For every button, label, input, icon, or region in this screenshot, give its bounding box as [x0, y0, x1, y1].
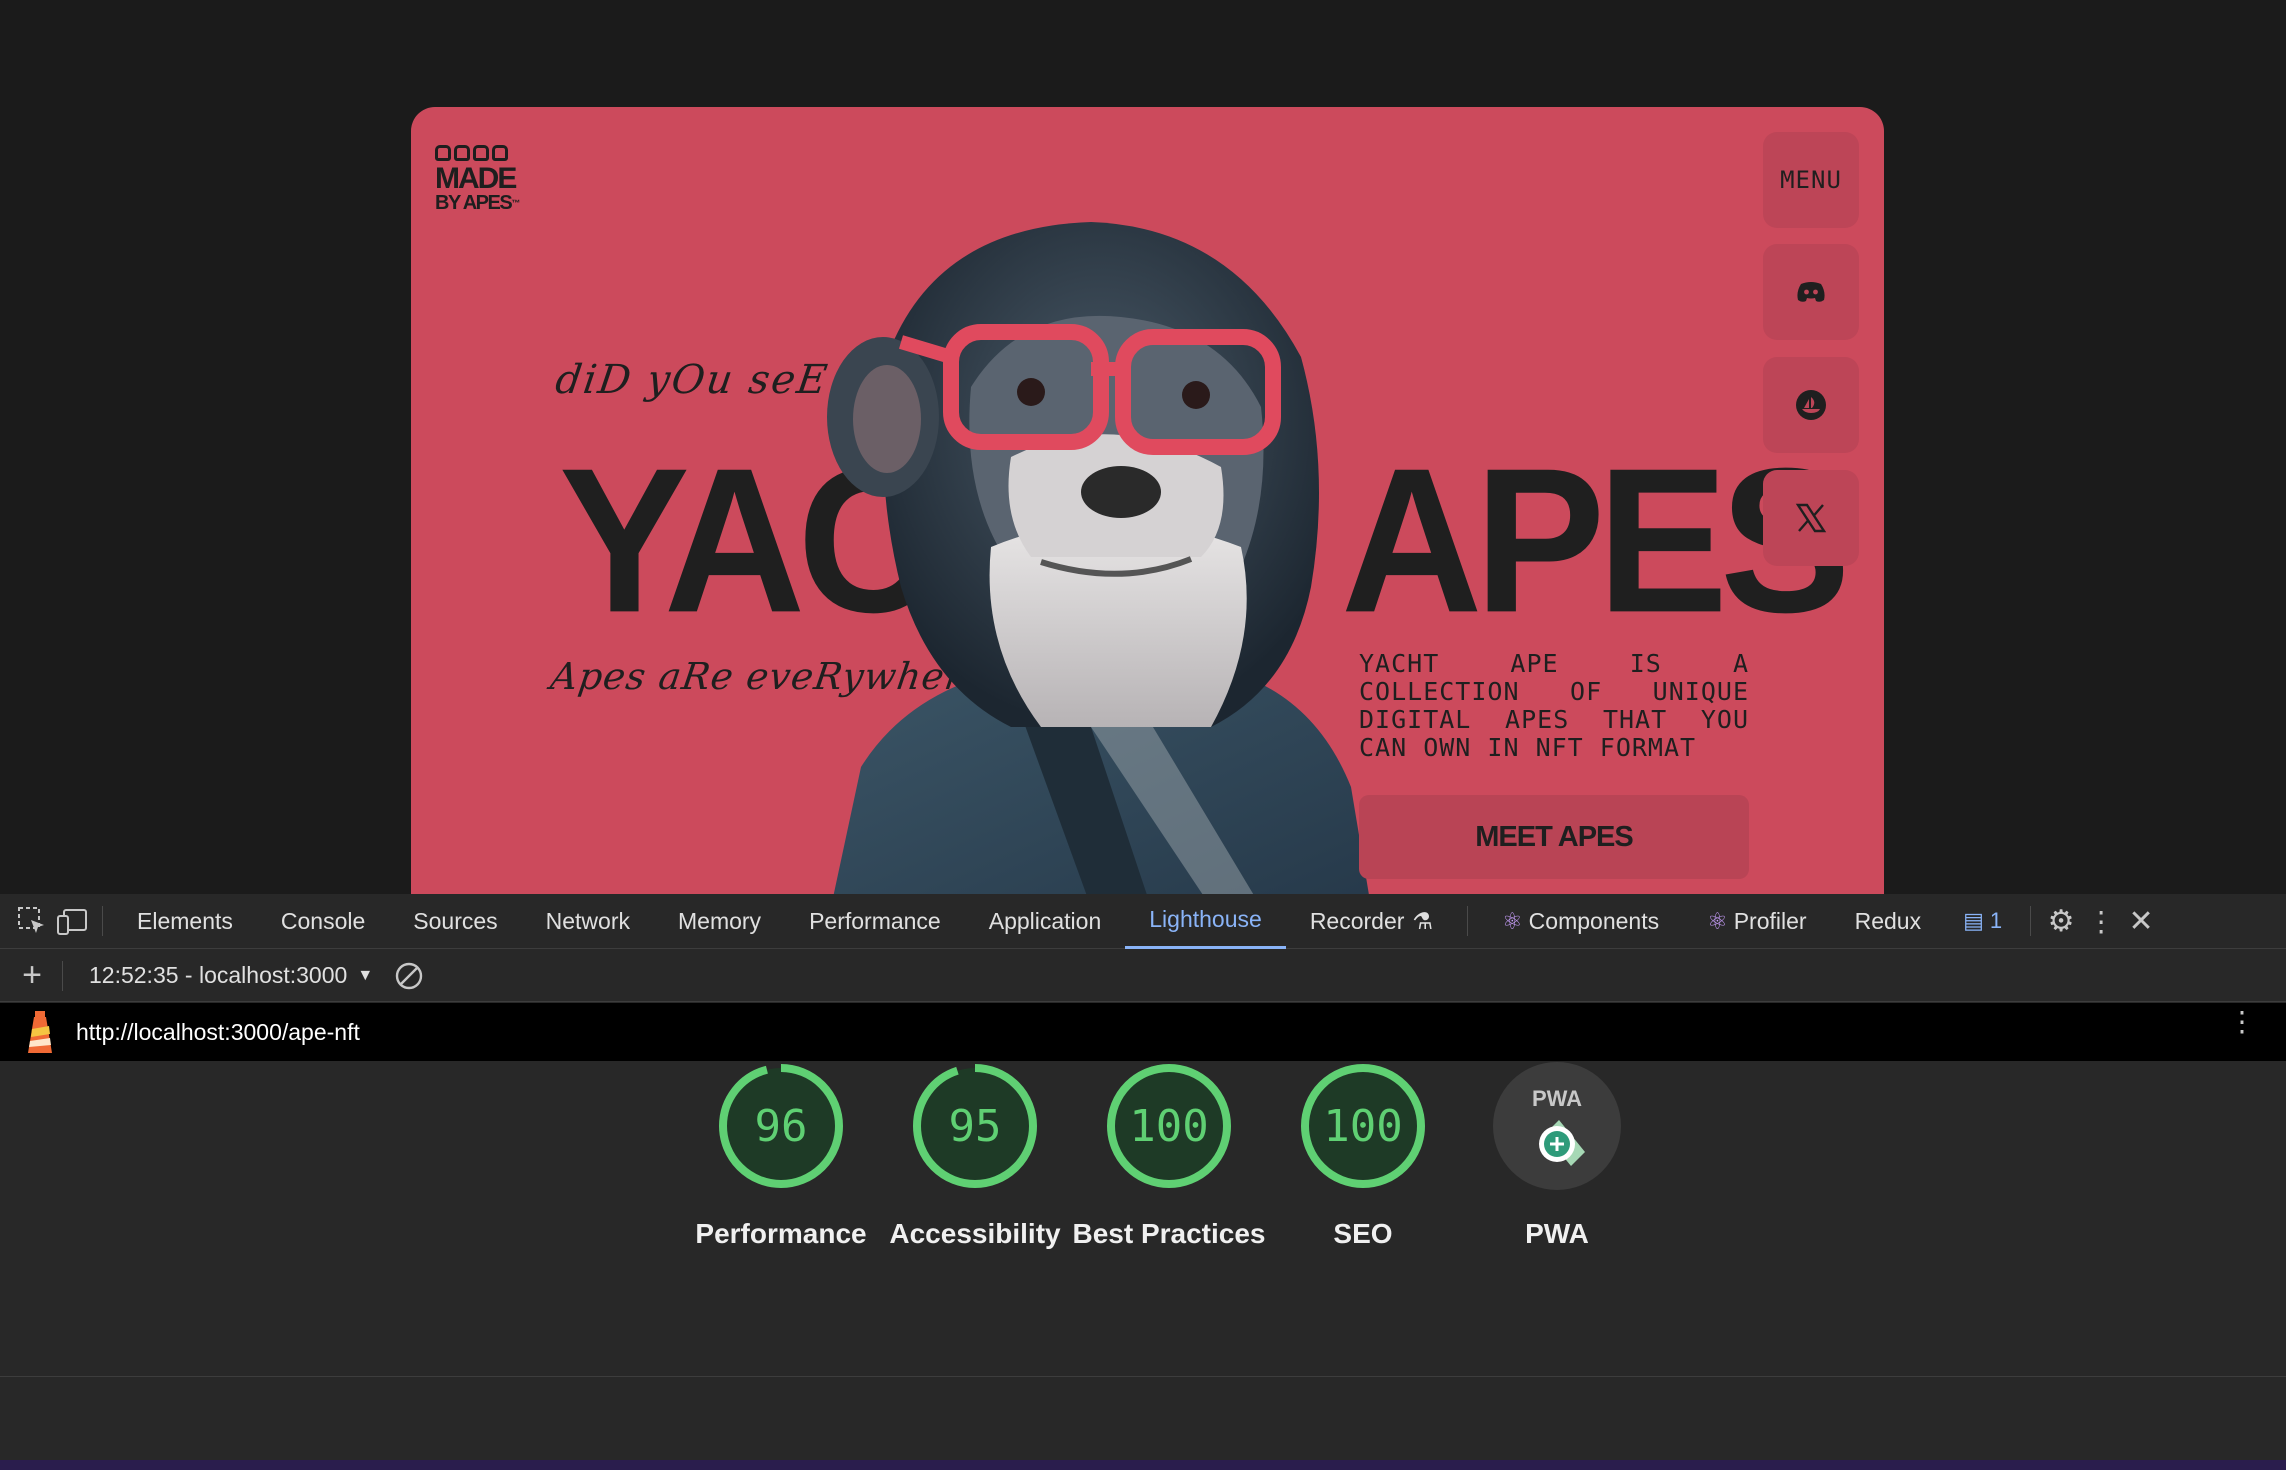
- score-value: 95: [948, 1100, 1002, 1152]
- tab-components-label: Components: [1528, 907, 1660, 934]
- x-twitter-icon: [1795, 503, 1827, 533]
- score-label: PWA: [1525, 1218, 1589, 1249]
- score-value: 100: [1323, 1100, 1403, 1152]
- made-by-apes-logo[interactable]: MADE BY APES™: [435, 145, 525, 215]
- discord-button[interactable]: [1763, 244, 1859, 340]
- tab-components[interactable]: ⚛ Components: [1478, 894, 1683, 949]
- score-value: 100: [1129, 1100, 1209, 1152]
- logo-line1: MADE: [435, 162, 517, 195]
- meet-apes-button[interactable]: MEET APES: [1359, 795, 1749, 879]
- report-select[interactable]: 12:52:35 - localhost:3000 ▼: [73, 962, 389, 989]
- settings-gear-icon[interactable]: ⚙: [2041, 901, 2081, 941]
- tabbar-separator: [1467, 906, 1469, 936]
- score-label: Performance: [695, 1218, 867, 1249]
- devtools-tabbar: Elements Console Sources Network Memory …: [0, 894, 2286, 949]
- hero-section: MADE BY APES™ diD yOu seE iT ? YACHT APE…: [411, 107, 1884, 894]
- tab-performance[interactable]: Performance: [785, 894, 965, 949]
- message-icon: ▤: [1963, 908, 1984, 933]
- discord-icon: [1797, 282, 1825, 302]
- opensea-button[interactable]: [1763, 357, 1859, 453]
- score-label: SEO: [1333, 1218, 1393, 1249]
- pwa-badge: PWA: [1493, 1062, 1621, 1190]
- devtools-panel: Elements Console Sources Network Memory …: [0, 894, 2286, 1470]
- tab-recorder-label: Recorder: [1309, 907, 1405, 934]
- score-label: Best Practices: [1072, 1218, 1266, 1249]
- tab-console[interactable]: Console: [257, 894, 389, 949]
- tab-profiler-label: Profiler: [1733, 907, 1807, 934]
- gauge-accessibility: 95: [911, 1062, 1039, 1190]
- logo-tm: ™: [511, 198, 520, 208]
- opensea-icon: [1796, 390, 1826, 420]
- score-gauges: 96 Performance 95 Accessibility 100 Best…: [0, 1062, 2286, 1270]
- menu-button[interactable]: MENU: [1763, 132, 1859, 228]
- issues-badge[interactable]: ▤ 1: [1945, 908, 2020, 934]
- tab-sources[interactable]: Sources: [389, 894, 521, 949]
- tab-lighthouse[interactable]: Lighthouse: [1125, 894, 1286, 949]
- react-icon: ⚛: [1502, 907, 1523, 934]
- logo-line2: BY APES: [435, 192, 513, 214]
- tab-redux[interactable]: Redux: [1831, 894, 1945, 949]
- new-report-plus-icon[interactable]: +: [12, 956, 52, 996]
- score-seo[interactable]: 100 SEO: [1299, 1062, 1427, 1270]
- panel-divider: [0, 1376, 2286, 1377]
- toolbar-separator: [62, 960, 63, 991]
- issues-count: 1: [1989, 908, 2003, 933]
- tab-elements[interactable]: Elements: [113, 894, 257, 949]
- tabbar-separator: [102, 906, 103, 936]
- flask-icon: ⚗: [1412, 907, 1434, 934]
- score-performance[interactable]: 96 Performance: [695, 1062, 867, 1270]
- close-icon[interactable]: ✕: [2121, 901, 2161, 941]
- report-select-value: 12:52:35 - localhost:3000: [89, 962, 348, 988]
- logo-glasses-icon: [435, 145, 525, 163]
- device-toolbar-icon[interactable]: [52, 901, 92, 941]
- lighthouse-toolbar: + 12:52:35 - localhost:3000 ▼: [0, 950, 2286, 1002]
- page-viewport: MADE BY APES™ diD yOu seE iT ? YACHT APE…: [0, 0, 2286, 894]
- gauge-performance: 96: [717, 1062, 845, 1190]
- gauge-best-practices: 100: [1105, 1062, 1233, 1190]
- tab-network[interactable]: Network: [522, 894, 654, 949]
- gauge-seo: 100: [1299, 1062, 1427, 1190]
- window-bottom-edge: [0, 1460, 2286, 1470]
- x-twitter-button[interactable]: [1763, 470, 1859, 566]
- lighthouse-icon: [28, 1011, 52, 1053]
- report-url-bar: http://localhost:3000/ape-nft ⋮: [0, 1003, 2286, 1061]
- score-value: 96: [754, 1100, 808, 1152]
- tab-memory[interactable]: Memory: [654, 894, 785, 949]
- tabbar-separator: [2030, 906, 2032, 936]
- inspect-element-icon[interactable]: [12, 901, 52, 941]
- tab-recorder[interactable]: Recorder ⚗: [1286, 894, 1457, 949]
- score-accessibility[interactable]: 95 Accessibility: [889, 1062, 1061, 1270]
- tab-profiler[interactable]: ⚛ Profiler: [1683, 894, 1830, 949]
- pwa-badge-text: PWA: [1532, 1086, 1582, 1111]
- collection-description: Yacht ape is a collection of unique digi…: [1359, 649, 1749, 762]
- tab-application[interactable]: Application: [965, 894, 1126, 949]
- more-options-icon[interactable]: ⋮: [2081, 901, 2121, 941]
- react-icon: ⚛: [1707, 907, 1728, 934]
- report-url: http://localhost:3000/ape-nft: [76, 1018, 360, 1045]
- ape-illustration: [827, 222, 1369, 894]
- clear-reports-icon[interactable]: [389, 956, 429, 996]
- score-label: Accessibility: [889, 1218, 1061, 1249]
- score-best-practices[interactable]: 100 Best Practices: [1072, 1062, 1266, 1270]
- score-pwa[interactable]: PWA PWA: [1493, 1062, 1621, 1270]
- report-menu-icon[interactable]: ⋮: [2228, 1008, 2256, 1036]
- dropdown-triangle-icon: ▼: [357, 966, 374, 984]
